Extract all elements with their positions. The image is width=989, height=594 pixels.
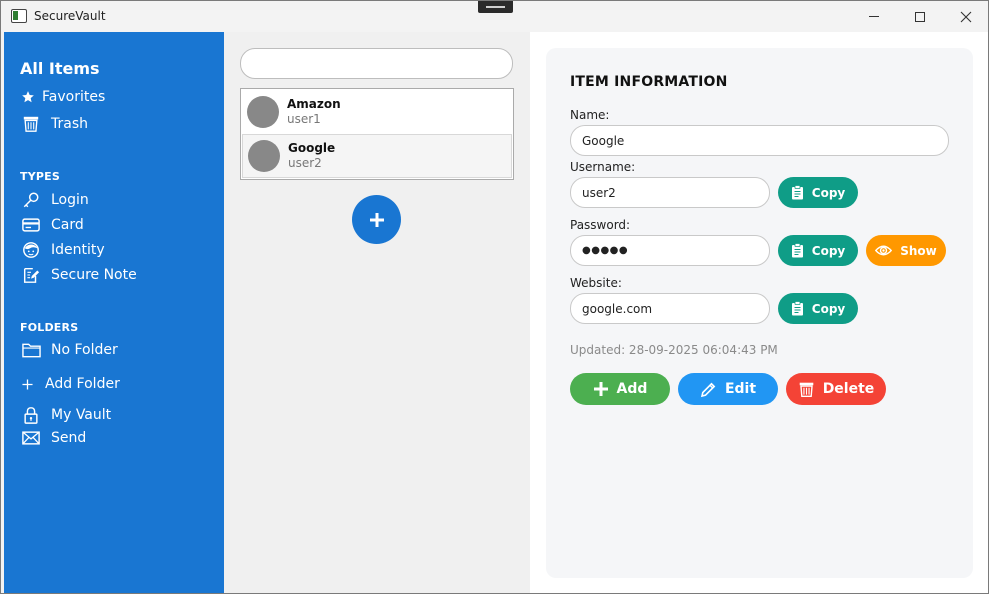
title-bar: SecureVault	[1, 1, 988, 32]
list-item[interactable]: Amazon user1	[242, 90, 512, 134]
close-button[interactable]	[943, 1, 988, 32]
window-title: SecureVault	[34, 9, 106, 23]
name-field[interactable]: Google	[570, 125, 949, 156]
snap-grip-handle[interactable]	[478, 1, 513, 13]
website-field[interactable]: google.com	[570, 293, 770, 324]
sidebar-item-label: No Folder	[51, 342, 118, 358]
minimize-button[interactable]	[851, 1, 897, 32]
minimize-icon	[869, 16, 879, 17]
app-icon	[11, 9, 27, 23]
edit-button[interactable]: Edit	[678, 373, 778, 405]
list-item-name: Google	[288, 141, 336, 155]
sidebar-item-identity[interactable]: Identity	[20, 239, 105, 261]
credit-card-icon	[20, 215, 42, 235]
plus-icon	[369, 212, 384, 227]
identity-face-icon	[20, 240, 42, 260]
website-label: Website:	[570, 276, 622, 290]
sidebar-item-label: Secure Note	[51, 267, 137, 283]
clipboard-icon	[791, 301, 804, 316]
trash-icon	[798, 381, 815, 398]
sidebar-item-favorites[interactable]: Favorites	[20, 86, 105, 108]
avatar	[247, 96, 279, 128]
note-edit-icon	[20, 265, 42, 285]
password-field[interactable]: ●●●●●	[570, 235, 770, 266]
copy-label: Copy	[811, 243, 846, 258]
search-input[interactable]	[240, 48, 513, 79]
add-folder-button[interactable]: Add Folder	[20, 373, 120, 395]
eye-icon	[875, 244, 893, 257]
sidebar-item-my-vault[interactable]: My Vault	[20, 404, 111, 426]
sidebar-item-label: Login	[51, 192, 89, 208]
folders-heading: FOLDERS	[20, 321, 79, 334]
list-item-username: user2	[288, 156, 322, 170]
show-label: Show	[900, 243, 937, 258]
sidebar-item-label: Add Folder	[45, 376, 120, 392]
sidebar-item-login[interactable]: Login	[20, 189, 89, 211]
plus-icon	[593, 381, 609, 397]
clipboard-icon	[791, 243, 804, 258]
star-icon	[20, 87, 36, 107]
name-label: Name:	[570, 108, 610, 122]
sidebar-item-secure-note[interactable]: Secure Note	[20, 264, 137, 286]
edit-label: Edit	[724, 381, 757, 397]
key-icon	[20, 190, 42, 210]
lock-icon	[20, 405, 42, 425]
avatar	[248, 140, 280, 172]
maximize-icon	[915, 11, 925, 22]
show-password-button[interactable]: Show	[866, 235, 946, 266]
copy-password-button[interactable]: Copy	[778, 235, 858, 266]
sidebar-item-trash[interactable]: Trash	[20, 113, 88, 135]
sidebar-item-no-folder[interactable]: No Folder	[20, 339, 118, 361]
mail-icon	[20, 428, 42, 448]
copy-label: Copy	[811, 185, 846, 200]
add-label: Add	[616, 381, 648, 397]
sidebar-item-label: My Vault	[51, 407, 112, 423]
username-field[interactable]: user2	[570, 177, 770, 208]
card-title: ITEM INFORMATION	[570, 74, 728, 90]
copy-label: Copy	[811, 301, 846, 316]
clipboard-icon	[791, 185, 804, 200]
trash-icon	[20, 114, 42, 134]
list-item-username: user1	[287, 112, 321, 126]
delete-button[interactable]: Delete	[786, 373, 886, 405]
plus-icon	[20, 374, 34, 394]
updated-timestamp: Updated: 28-09-2025 06:04:43 PM	[570, 343, 778, 357]
items-list: Amazon user1 Google user2	[240, 88, 514, 180]
close-icon	[960, 11, 972, 22]
sidebar: All Items Favorites Trash TYPES Login Ca	[4, 32, 224, 593]
item-detail-pane: ITEM INFORMATION Name: Google Username: …	[530, 32, 988, 593]
delete-label: Delete	[822, 381, 875, 397]
add-button[interactable]: Add	[570, 373, 670, 405]
sidebar-item-label: Card	[51, 217, 84, 233]
app-window: SecureVault All Items Favorites Trash TY…	[0, 0, 989, 594]
list-item[interactable]: Google user2	[242, 134, 512, 178]
password-label: Password:	[570, 218, 631, 232]
username-label: Username:	[570, 160, 636, 174]
add-item-fab-button[interactable]	[352, 195, 401, 244]
copy-username-button[interactable]: Copy	[778, 177, 858, 208]
folder-icon	[20, 340, 42, 360]
list-item-name: Amazon	[287, 97, 341, 111]
sidebar-item-send[interactable]: Send	[20, 427, 86, 449]
items-list-pane: Amazon user1 Google user2	[224, 32, 530, 593]
types-heading: TYPES	[20, 170, 60, 183]
sidebar-item-label: Identity	[51, 242, 105, 258]
sidebar-item-label: Favorites	[42, 89, 106, 105]
pencil-icon	[700, 381, 717, 398]
sidebar-item-all-items[interactable]: All Items	[20, 59, 100, 78]
sidebar-item-label: Send	[51, 430, 87, 446]
copy-website-button[interactable]: Copy	[778, 293, 858, 324]
sidebar-item-card[interactable]: Card	[20, 214, 84, 236]
sidebar-item-label: Trash	[51, 116, 88, 132]
item-information-card: ITEM INFORMATION Name: Google Username: …	[546, 48, 973, 578]
maximize-button[interactable]	[897, 1, 943, 32]
